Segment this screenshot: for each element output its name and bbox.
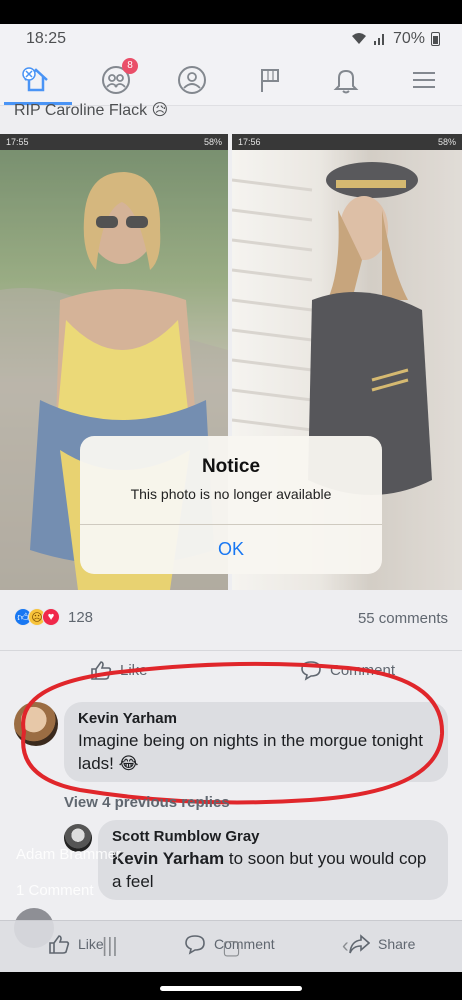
friend-requests-badge: 8 — [122, 58, 138, 74]
notifications-tab[interactable] — [326, 60, 366, 100]
dialog-message: This photo is no longer available — [130, 486, 332, 502]
battery-icon — [431, 32, 440, 46]
photo-left-time: 17:55 — [6, 137, 29, 147]
status-time: 18:25 — [26, 30, 67, 47]
back-nav-icon[interactable]: ‹ — [342, 935, 349, 958]
home-nav-icon[interactable]: ▢ — [222, 935, 241, 960]
battery-text: 70% — [392, 30, 425, 47]
notice-dialog: Notice This photo is no longer available… — [80, 436, 382, 574]
wifi-icon — [351, 33, 366, 44]
bottom-action-bar: Like Comment Share ||| ▢ ‹ — [0, 920, 462, 972]
bottom-share-label: Share — [378, 936, 416, 952]
reactions-summary[interactable]: 👍︎ ☹ ♥ 128 — [14, 608, 93, 626]
home-indicator[interactable] — [160, 986, 302, 991]
photo-status-bar-right: 17:56 58% — [232, 134, 462, 150]
phone-frame: 18:25 70% 8 RIP Caroline Flack 😥 17:55 5… — [0, 0, 462, 1000]
menu-tab[interactable] — [404, 60, 444, 100]
thumbs-up-icon — [91, 661, 112, 680]
signal-icon — [373, 34, 384, 45]
screen: 18:25 70% 8 RIP Caroline Flack 😥 17:55 5… — [0, 24, 462, 972]
share-arrow-icon — [349, 934, 370, 954]
reply-mention[interactable]: Kevin Yarham — [112, 849, 224, 868]
reply-bubble: Scott Rumblow Gray Kevin Yarham to soon … — [98, 820, 448, 900]
dialog-title: Notice — [201, 456, 261, 477]
photo-left-battery: 58% — [203, 137, 222, 147]
comment-bubble-icon — [301, 661, 321, 681]
comment-action-button[interactable]: Comment — [300, 659, 395, 681]
comments-count[interactable]: 55 comments — [358, 610, 448, 627]
comment-action-label: Comment — [330, 661, 396, 679]
comment-bubble-icon — [185, 935, 205, 955]
reply-text: Kevin Yarham to soon but you would cop a… — [112, 847, 434, 893]
post-action-bar: Like Comment — [0, 650, 462, 690]
comment-text: Imagine being on nights in the morgue to… — [78, 731, 423, 773]
photo-right-battery: 58% — [437, 137, 456, 147]
like-action-button[interactable]: Like — [90, 659, 148, 681]
recents-nav-icon[interactable]: ||| — [102, 935, 118, 958]
bell-icon — [333, 69, 359, 94]
ghost-overlay-name: Adam Brammer — [16, 846, 122, 863]
home-icon — [22, 67, 48, 92]
menu-icon — [413, 72, 435, 88]
post-caption: RIP Caroline Flack 😥 — [14, 102, 169, 119]
status-icons: 70% — [351, 30, 440, 48]
top-navigation: 8 — [0, 54, 462, 106]
friends-tab[interactable]: 8 — [96, 58, 138, 100]
commenter-avatar[interactable] — [14, 702, 58, 746]
profile-tab[interactable] — [172, 60, 212, 100]
love-reaction-icon: ♥ — [42, 608, 60, 626]
photo-status-bar-left: 17:55 58% — [0, 134, 228, 150]
bottom-share-button[interactable]: Share — [348, 933, 415, 955]
profile-icon — [178, 66, 206, 94]
comment-author[interactable]: Kevin Yarham — [78, 710, 434, 727]
dialog-ok-button[interactable]: OK — [80, 525, 382, 574]
reaction-count: 128 — [68, 608, 94, 626]
status-bar: 18:25 70% — [0, 24, 462, 54]
thumbs-up-icon — [49, 935, 70, 954]
flag-icon — [261, 69, 279, 92]
view-previous-replies[interactable]: View 4 previous replies — [64, 794, 230, 811]
pages-tab[interactable] — [250, 60, 290, 100]
comment-bubble: Kevin Yarham Imagine being on nights in … — [64, 702, 448, 782]
bottom-like-button[interactable]: Like — [48, 933, 104, 955]
photo-right-time: 17:56 — [238, 137, 261, 147]
home-tab[interactable] — [16, 60, 56, 100]
bottom-like-label: Like — [78, 936, 104, 952]
reply-author[interactable]: Scott Rumblow Gray — [112, 828, 434, 845]
ghost-overlay-comments: 1 Comment — [16, 882, 94, 899]
like-action-label: Like — [120, 661, 148, 679]
